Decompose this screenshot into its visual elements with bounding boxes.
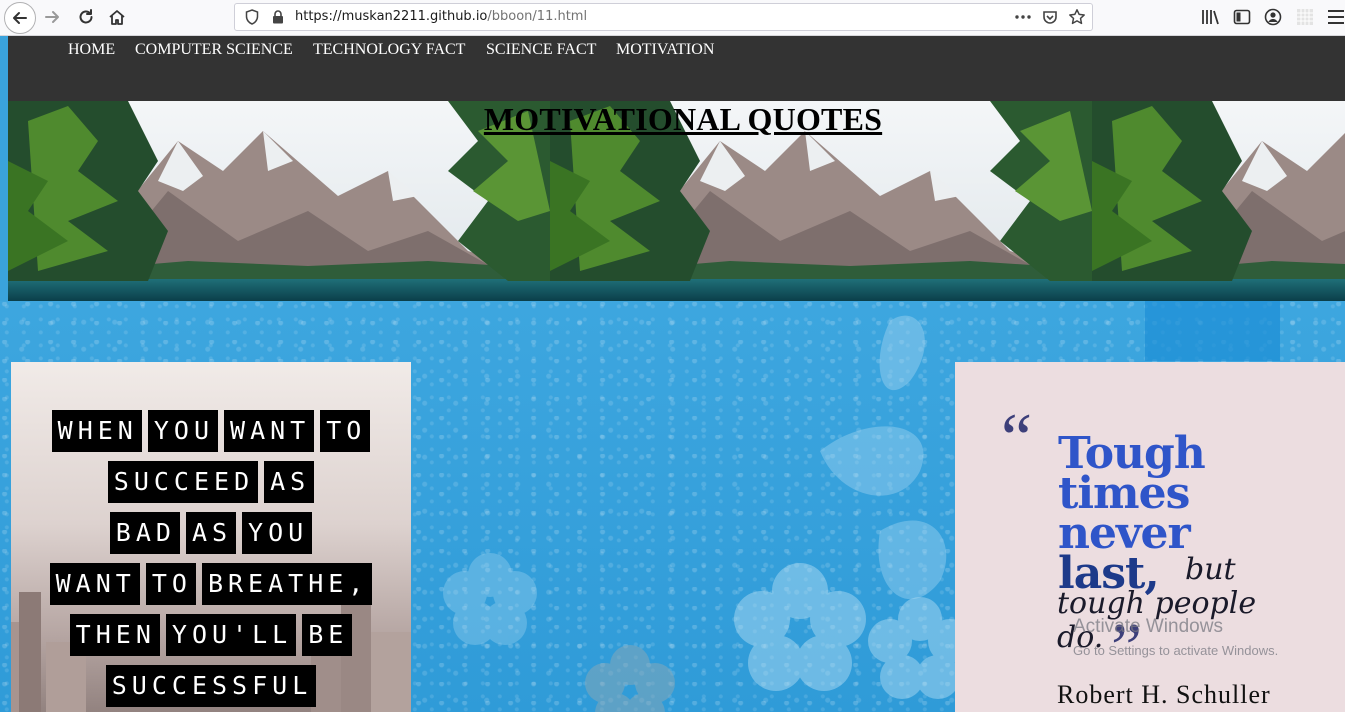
quote-line: WHEN YOU WANT TO [11,410,411,452]
quote-word: WANT [224,410,315,452]
reload-icon[interactable] [72,4,100,30]
activate-windows-watermark: Activate Windows Go to Settings to activ… [1073,616,1278,658]
nav-motivation[interactable]: MOTIVATION [616,41,714,59]
page-title: MOTIVATIONAL QUOTES [483,101,883,137]
quote-word: YOU [147,410,219,452]
quote-word: BREATHE, [201,563,373,605]
watermark-title: Activate Windows [1073,616,1223,637]
quote-word: AS [264,461,315,503]
url-text[interactable]: https://muskan2211.github.io/bboon/11.ht… [295,9,587,24]
left-strip [0,36,8,301]
account-icon[interactable] [1259,4,1287,30]
quote-word: WANT [49,563,140,605]
library-icon[interactable] [1197,4,1225,30]
sidebar-icon[interactable] [1228,4,1256,30]
quote-image-right: “ Tough times never last, but tough peop… [955,362,1345,712]
extension-icon[interactable] [1291,4,1319,30]
quote-word-but: but [1185,552,1236,587]
nav-technology-fact[interactable]: TECHNOLOGY FACT [313,41,465,59]
quote-image-left: WHEN YOU WANT TO SUCCEED AS BAD AS YOU W… [11,362,411,712]
quote-text-left: WHEN YOU WANT TO SUCCEED AS BAD AS YOU W… [11,410,411,712]
pocket-icon[interactable] [1039,6,1061,28]
quote-word: TO [145,563,196,605]
top-nav: HOME COMPUTER SCIENCE TECHNOLOGY FACT SC… [8,36,1345,101]
lock-icon[interactable] [267,6,289,28]
bookmark-star-icon[interactable] [1066,6,1088,28]
quote-word: YOU'LL [165,614,297,656]
quote-line: THEN YOU'LL BE [11,614,411,656]
watermark-subtitle: Go to Settings to activate Windows. [1073,643,1279,658]
hero-banner: MOTIVATIONAL QUOTES [8,101,1345,301]
forward-arrow-icon[interactable] [38,4,66,30]
back-arrow-icon[interactable] [4,2,36,34]
quote-word: SUCCEED [107,461,259,503]
quote-word: BE [302,614,353,656]
quote-line: BAD AS YOU [11,512,411,554]
url-bar[interactable]: https://muskan2211.github.io/bboon/11.ht… [234,3,1093,31]
menu-icon[interactable] [1322,4,1345,30]
web-page: HOME COMPUTER SCIENCE TECHNOLOGY FACT SC… [0,36,1345,712]
quote-author: Robert H. Schuller [1057,680,1271,709]
nav-home[interactable]: HOME [68,41,115,59]
nav-computer-science[interactable]: COMPUTER SCIENCE [135,41,293,59]
open-quote-mark: “ [1001,400,1033,477]
quote-line: SUCCEED AS [11,461,411,503]
quote-word: WHEN [51,410,142,452]
quote-word: BAD [109,512,180,554]
home-icon[interactable] [103,4,131,30]
quote-word: SUCCESSFUL [105,665,317,707]
nav-science-fact[interactable]: SCIENCE FACT [486,41,596,59]
shield-icon[interactable] [241,6,263,28]
quote-line: WANT TO BREATHE, [11,563,411,605]
quote-word: AS [185,512,237,554]
quote-word: THEN [69,614,160,656]
quote-word: TO [320,410,371,452]
quote-word: YOU [242,512,313,554]
browser-toolbar: https://muskan2211.github.io/bboon/11.ht… [0,0,1345,36]
more-icon[interactable] [1012,6,1034,28]
quote-line: SUCCESSFUL [11,665,411,707]
